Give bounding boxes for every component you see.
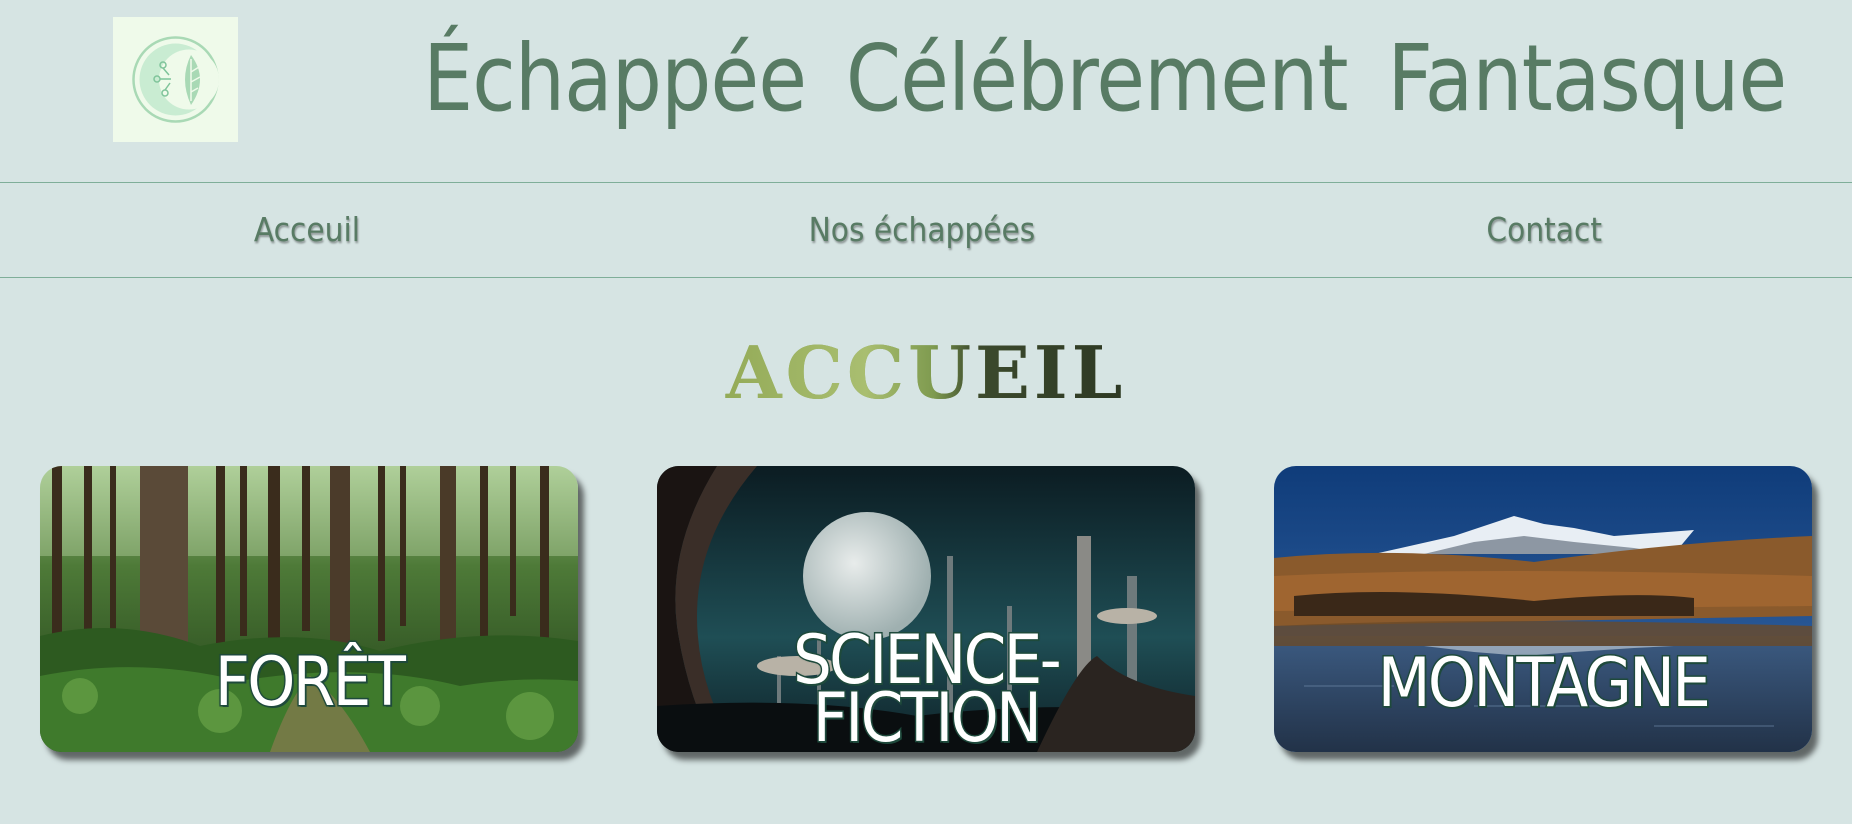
card-montagne-label: MONTAGNE xyxy=(1376,644,1712,723)
site-logo[interactable] xyxy=(113,17,238,142)
page-title: ACCUEIL xyxy=(0,328,1852,418)
main-nav: Acceuil Nos échappées Contact xyxy=(0,182,1852,278)
card-montagne[interactable]: MONTAGNE xyxy=(1274,466,1812,752)
card-foret-label: FORÊT xyxy=(213,643,407,722)
card-science-fiction[interactable]: SCIENCE- FICTION xyxy=(657,466,1195,752)
card-science-fiction-label: SCIENCE- FICTION xyxy=(792,621,1063,752)
page-title-text: ACCUEIL xyxy=(726,328,1126,418)
nav-item-acceuil[interactable]: Acceuil xyxy=(254,183,360,277)
nav-item-contact[interactable]: Contact xyxy=(1486,183,1602,277)
nav-item-nos-echappees[interactable]: Nos échappées xyxy=(809,183,1036,277)
site-title: Échappée Célébrement Fantasque xyxy=(423,25,1787,132)
moon-leaf-logo-icon xyxy=(132,36,219,123)
site-header: Échappée Célébrement Fantasque xyxy=(0,0,1852,182)
card-foret[interactable]: FORÊT xyxy=(40,466,578,752)
